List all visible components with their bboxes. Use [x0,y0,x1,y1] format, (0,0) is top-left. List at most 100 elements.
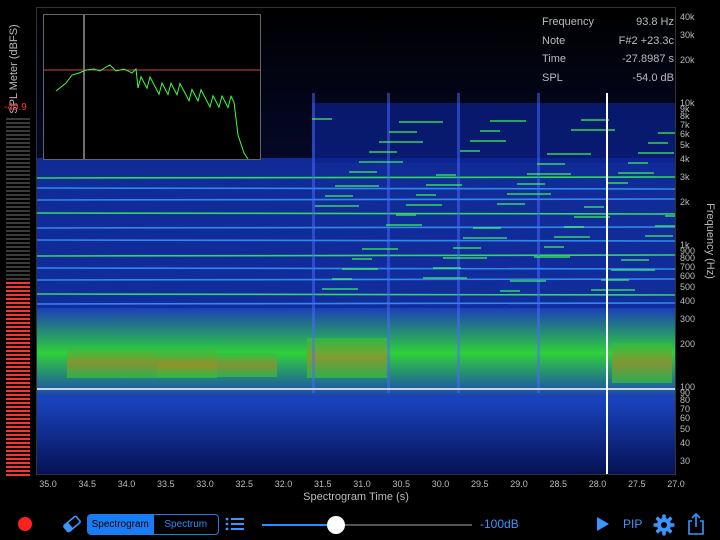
gear-icon[interactable] [653,514,675,536]
pip-button[interactable]: PIP [623,517,642,531]
bottom-toolbar: Spectrogram Spectrum -100dB PIP [0,508,720,540]
record-button[interactable] [18,517,32,531]
spl-meter [6,118,30,478]
spl-meter-segment [6,278,30,280]
spl-meter-segment [6,298,30,300]
spectrogram-partial [584,206,604,208]
time-tick-label: 34.5 [78,479,97,489]
frequency-tick-label: 70 [680,403,691,414]
spectrogram-upper-region [312,103,675,163]
spl-meter-segment [6,302,30,304]
spl-meter-title-text: SPL Meter (dBFS) [8,24,20,114]
spectrogram-hotspot [157,353,277,377]
spectrogram-partial [416,194,436,196]
frequency-tick-label: 4k [680,154,690,165]
cursor-readout: Frequency 93.8 Hz Note F#2 +23.3c Time -… [540,14,678,88]
spectrogram-partial [315,205,359,207]
list-icon[interactable] [225,516,245,532]
spl-meter-segment [6,210,30,212]
spectrogram-partial [342,268,378,270]
spl-meter-segment [6,178,30,180]
readout-note-value: F#2 +23.3c [618,34,674,47]
spectrogram-partial [359,161,403,163]
spl-meter-segment [6,142,30,144]
tab-spectrogram[interactable]: Spectrogram [88,515,153,534]
spectrogram-partial [581,119,609,121]
spl-meter-segment [6,398,30,400]
share-icon[interactable] [687,513,705,535]
spectrogram-partial [601,279,629,281]
spl-meter-segment [6,170,30,172]
spectrogram-partial [571,129,615,131]
spl-meter-segment [6,382,30,384]
spectrogram-partial [389,131,417,133]
spectrogram-partial [507,193,551,195]
spectrogram-partial [396,214,416,216]
tab-spectrum[interactable]: Spectrum [152,515,219,534]
spl-meter-segment [6,254,30,256]
spl-meter-segment [6,230,30,232]
spectrogram-harmonic [37,254,675,257]
spectrogram-partial [436,174,456,176]
time-tick-label: 29.0 [510,479,528,489]
spl-meter-value: -40.9 [4,102,27,113]
spl-meter-segment [6,402,30,404]
spectrogram-partial [655,225,675,227]
time-tick-label: 31.0 [353,479,371,489]
spl-meter-segment [6,198,30,200]
spl-meter-segment [6,346,30,348]
spectrogram-partial [426,184,462,186]
spl-meter-segment [6,362,30,364]
range-value-label: -100dB [480,517,519,531]
spl-meter-segment [6,122,30,124]
spectrogram-partial [500,290,520,292]
spectrogram-partial [638,152,674,154]
time-tick-label: 32.5 [235,479,254,489]
spl-meter-segment [6,194,30,196]
spectrogram-partial [544,246,564,248]
spl-meter-segment [6,250,30,252]
spl-meter-segment [6,450,30,452]
spectrogram-onset [312,93,315,393]
spl-meter-segment [6,466,30,468]
range-slider-knob[interactable] [326,516,345,534]
spl-meter-segment [6,294,30,296]
spectrogram-partial [362,248,398,250]
inset-spectrum-trace [55,64,249,160]
readout-spl-label: SPL [542,71,563,84]
spl-meter-segment [6,410,30,412]
eraser-icon[interactable] [62,515,82,533]
spl-meter-segment [6,138,30,140]
spectrogram-harmonic [37,176,675,179]
spectrogram-partial [510,280,546,282]
time-tick-label: 32.0 [274,479,293,489]
spl-meter-segment [6,430,30,432]
spectrogram-harmonic [37,239,675,242]
spl-meter-segment [6,386,30,388]
spl-meter-segment [6,126,30,128]
spectrogram-harmonic [37,293,675,296]
readout-time-label: Time [542,53,567,65]
time-tick-label: 33.5 [156,479,175,489]
spl-meter-segment [6,226,30,228]
spectrogram-harmonic [37,278,675,281]
time-tick-label: 28.0 [588,479,607,489]
spl-meter-segment [6,218,30,220]
spectrogram-harmonic [37,212,675,215]
spl-meter-segment [6,314,30,316]
spl-meter-segment [6,426,30,428]
spectrogram-partial [497,203,525,205]
spectrogram-onset [457,93,460,393]
spl-meter-segment [6,370,30,372]
spl-meter-segment [6,366,30,368]
spectrum-inset[interactable] [43,14,261,160]
readout-time-row: Time -27.8987 s [540,51,678,70]
frequency-tick-label: 400 [680,296,696,307]
range-slider[interactable] [262,516,472,534]
spl-meter-segment [6,318,30,320]
spectrogram-onset [537,93,540,393]
spectrogram-partial [433,267,461,269]
spectrogram-partial [490,120,526,122]
frequency-tick-label: 7k [680,119,690,130]
play-icon[interactable] [596,517,610,531]
